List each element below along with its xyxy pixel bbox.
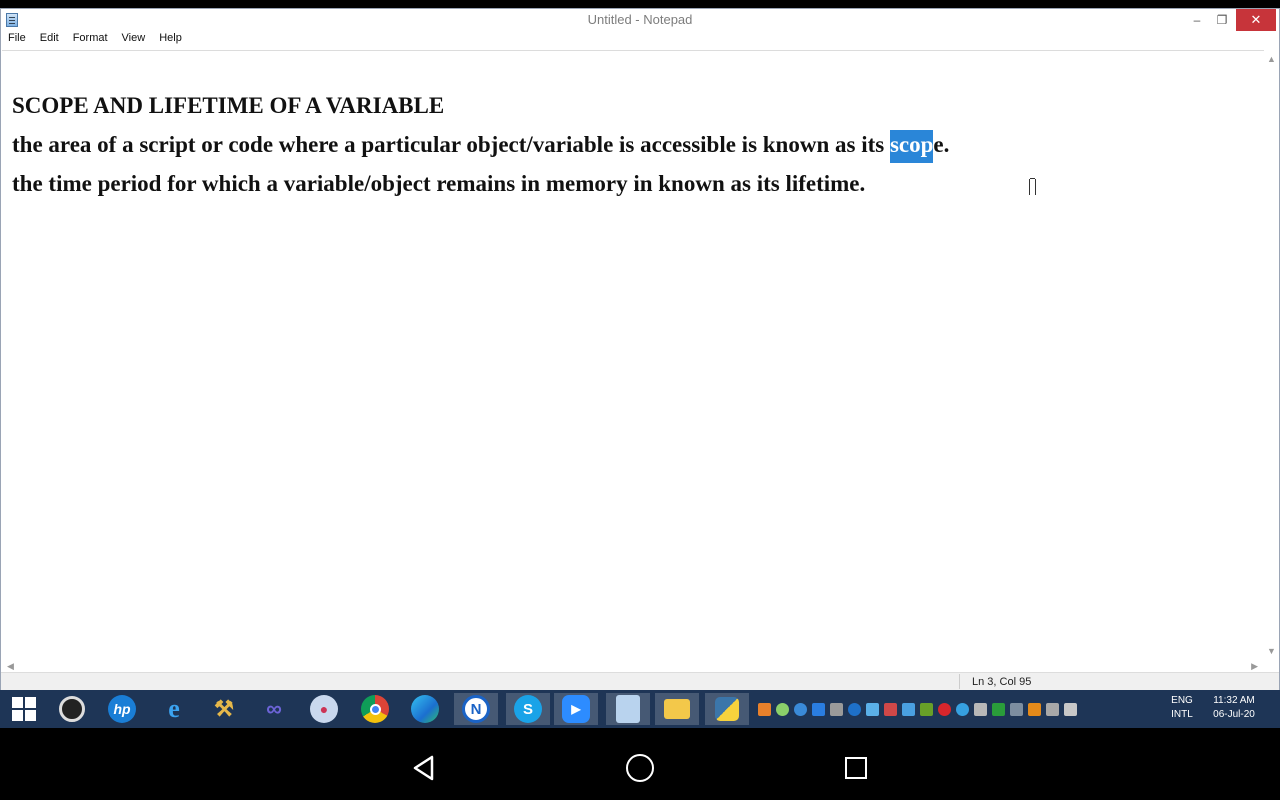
- text-before-selection: the area of a script or code where a par…: [12, 132, 890, 157]
- notepad-icon[interactable]: [606, 693, 650, 725]
- chrome-icon[interactable]: [353, 693, 397, 725]
- input-language[interactable]: ENG INTL: [1168, 694, 1196, 722]
- tray-app-icon[interactable]: [974, 702, 987, 716]
- tools-icon[interactable]: ⚒: [202, 693, 246, 725]
- home-icon[interactable]: [626, 754, 654, 782]
- ibeam-cursor-icon: [1029, 178, 1036, 195]
- hp-icon[interactable]: hp: [100, 693, 144, 725]
- bluetooth-icon[interactable]: [848, 702, 861, 716]
- zoom-icon[interactable]: ▶: [554, 693, 598, 725]
- edge-icon[interactable]: [403, 693, 447, 725]
- tray-zoom-icon[interactable]: [812, 702, 825, 716]
- tray-app-icon[interactable]: [1028, 702, 1041, 716]
- screen: Untitled - Notepad – ❐ ✕ File Edit Forma…: [0, 0, 1280, 800]
- tray-app-icon[interactable]: [776, 702, 789, 716]
- system-tray: [758, 694, 1077, 724]
- clock[interactable]: 11:32 AM 06-Jul-20: [1206, 694, 1262, 722]
- internet-explorer-icon[interactable]: e: [152, 693, 196, 725]
- notepad-window: Untitled - Notepad – ❐ ✕ File Edit Forma…: [0, 8, 1280, 690]
- title-bar[interactable]: Untitled - Notepad – ❐ ✕: [1, 9, 1279, 31]
- menu-format[interactable]: Format: [66, 31, 115, 48]
- tray-app-icon[interactable]: [956, 702, 969, 716]
- tray-app-icon[interactable]: [830, 702, 843, 716]
- taskbar: hp e ⚒ ∞ ● N S ▶ ENG INTL 11:32 AM 06-Ju…: [0, 690, 1280, 728]
- file-explorer-icon[interactable]: [655, 693, 699, 725]
- back-icon[interactable]: [410, 754, 438, 782]
- text-line-lifetime: the time period for which a variable/obj…: [12, 171, 866, 196]
- skype-icon[interactable]: S: [506, 693, 550, 725]
- status-divider: [959, 674, 960, 689]
- close-button[interactable]: ✕: [1236, 9, 1276, 31]
- scroll-down-icon[interactable]: ▼: [1267, 646, 1276, 656]
- clock-date: 06-Jul-20: [1213, 709, 1255, 720]
- tray-app-icon[interactable]: [866, 702, 879, 716]
- windows-start-icon[interactable]: [2, 693, 46, 725]
- tray-q-icon[interactable]: [992, 702, 1005, 716]
- minimize-button[interactable]: –: [1183, 9, 1211, 31]
- selected-text[interactable]: scop: [889, 130, 934, 163]
- n-app-icon[interactable]: N: [454, 693, 498, 725]
- tray-app-icon[interactable]: [794, 702, 807, 716]
- menu-bar: File Edit Format View Help: [1, 31, 1279, 48]
- vertical-scrollbar[interactable]: ▲ ▼: [1264, 50, 1279, 660]
- scroll-up-icon[interactable]: ▲: [1267, 54, 1276, 64]
- text-editor-area[interactable]: SCOPE AND LIFETIME OF A VARIABLE the are…: [2, 50, 1264, 660]
- volume-icon[interactable]: [1064, 702, 1077, 716]
- android-nav-bar: [0, 728, 1280, 800]
- battery-icon[interactable]: [1046, 702, 1059, 716]
- scroll-right-icon[interactable]: ▶: [1251, 661, 1258, 672]
- python-icon[interactable]: [705, 693, 749, 725]
- visual-studio-icon[interactable]: ∞: [252, 693, 296, 725]
- tray-app-icon[interactable]: [758, 702, 771, 716]
- paint-icon[interactable]: ●: [302, 693, 346, 725]
- recents-icon[interactable]: [845, 757, 867, 779]
- keyboard-layout: INTL: [1171, 709, 1193, 720]
- camera-icon[interactable]: [50, 693, 94, 725]
- menu-file[interactable]: File: [1, 31, 33, 48]
- restore-button[interactable]: ❐: [1208, 9, 1236, 31]
- status-bar: Ln 3, Col 95: [1, 672, 1279, 690]
- clock-time: 11:32 AM: [1213, 695, 1255, 706]
- window-title: Untitled - Notepad: [587, 12, 693, 27]
- scroll-left-icon[interactable]: ◀: [7, 661, 14, 672]
- text-line-heading: SCOPE AND LIFETIME OF A VARIABLE: [12, 93, 445, 118]
- text-line-scope: the area of a script or code where a par…: [12, 130, 950, 163]
- tray-app-icon[interactable]: [884, 702, 897, 716]
- text-after-selection: e.: [933, 132, 950, 157]
- beats-icon[interactable]: [938, 702, 951, 716]
- menu-edit[interactable]: Edit: [33, 31, 66, 48]
- menu-help[interactable]: Help: [152, 31, 189, 48]
- tray-app-icon[interactable]: [902, 702, 915, 716]
- language-code: ENG: [1171, 695, 1193, 706]
- menu-view[interactable]: View: [115, 31, 153, 48]
- nvidia-icon[interactable]: [920, 702, 933, 716]
- cursor-position: Ln 3, Col 95: [972, 676, 1032, 688]
- signal-icon[interactable]: [1010, 702, 1023, 716]
